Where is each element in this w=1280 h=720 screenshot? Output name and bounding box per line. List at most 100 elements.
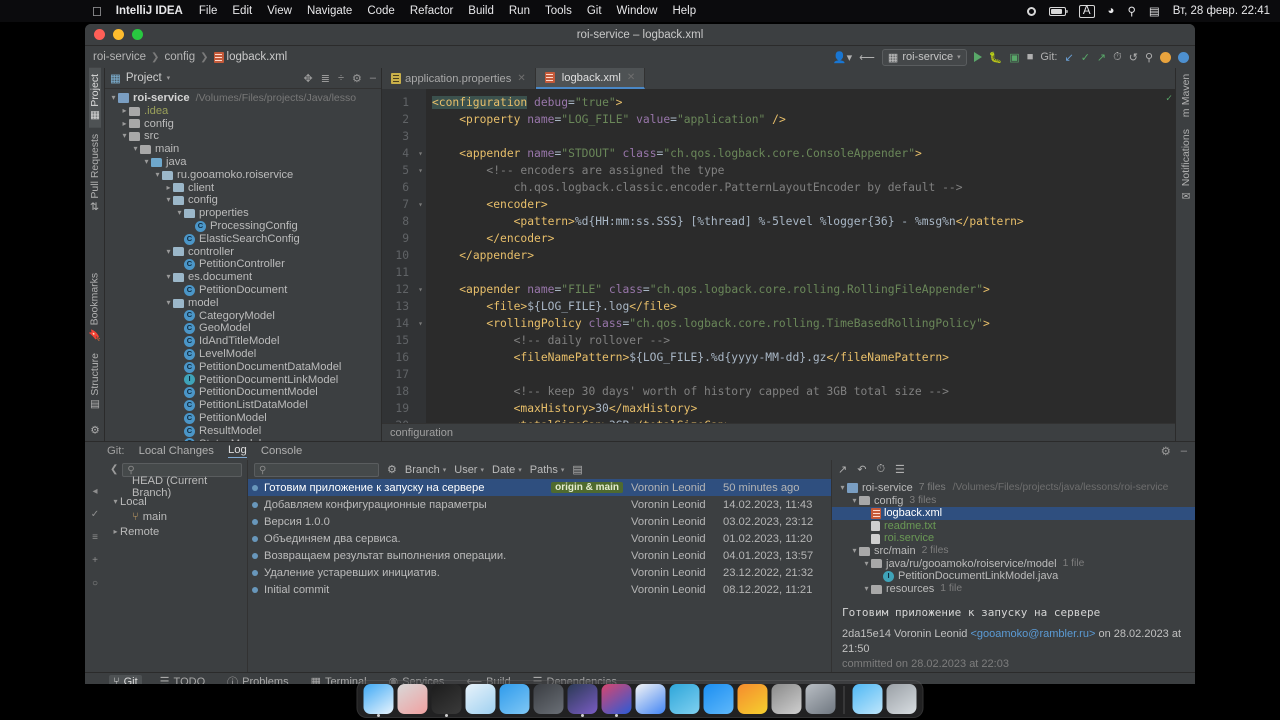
checkout-icon[interactable]: ✓ [91,509,99,520]
changed-file-node[interactable]: ▾roi-service7 files/Volumes/Files/projec… [832,482,1195,495]
sidebar-item-project[interactable]: ▦ Project [89,68,101,128]
commit-email[interactable]: <gooamoko@rambler.ru> [970,628,1095,640]
debug-icon[interactable]: 🐛 [989,51,1003,64]
apple-menu-icon[interactable]:  [92,5,102,18]
update-project-icon[interactable]: ↙ [1064,51,1073,64]
tab-console[interactable]: Console [261,445,302,457]
push-icon[interactable]: ↗ [1097,51,1106,64]
changed-file-node[interactable]: ▾src/main2 files [832,545,1195,558]
branch-tree[interactable]: HEAD (Current Branch)▾Local⑂main▸Remote [105,479,247,539]
sidebar-item-notifications[interactable]: ✉ Notifications [1180,123,1192,207]
hide-icon[interactable]: – [1181,445,1187,458]
code-folding-strip[interactable]: ▾▾ ▾ ▾ ▾ [415,89,426,423]
collapse-icon[interactable]: ◂ [92,486,97,497]
breadcrumb-element[interactable]: configuration [390,427,453,439]
changed-file-node[interactable]: ▾java/ru/gooamoko/roiservice/model1 file [832,558,1195,571]
project-tree-node[interactable]: ▸config [105,118,381,131]
breadcrumb-config[interactable]: config [164,51,195,63]
tab-logback-xml[interactable]: logback.xml ✕ [536,68,645,89]
menu-window[interactable]: Window [617,5,658,17]
chevron-down-icon[interactable]: ▾ [142,156,151,169]
code-line[interactable]: <maxHistory>30</maxHistory> [432,400,1165,417]
menu-git[interactable]: Git [587,5,602,17]
project-tree-node[interactable]: PetitionModel [105,412,381,425]
dock-item-finder[interactable] [364,684,394,714]
input-source-icon[interactable]: A [1079,5,1095,18]
filter-date[interactable]: Date ▾ [492,464,522,476]
dock-item-telegram[interactable] [670,684,700,714]
code-line[interactable]: </encoder> [432,230,1165,247]
dock-item-preview[interactable] [806,684,836,714]
code-content[interactable]: <configuration debug="true"> <property n… [426,89,1165,423]
filter-user[interactable]: User ▾ [454,464,484,476]
filter-branch[interactable]: Branch ▾ [405,464,446,476]
run-with-coverage-icon[interactable]: ▣ [1009,51,1019,64]
commit-branch-label[interactable]: origin & main [551,482,623,493]
notification-icon[interactable] [1160,52,1171,63]
project-tree-node[interactable]: ▸.idea [105,105,381,118]
clock-icon[interactable]: ⏱ [876,463,885,476]
graph-icon[interactable]: ☰ [895,463,905,476]
code-line[interactable]: <!-- daily rollover --> [432,332,1165,349]
project-tree-node[interactable]: ▾es.document [105,271,381,284]
menu-app-name[interactable]: IntelliJ IDEA [116,5,183,17]
chevron-down-icon[interactable]: ▾ [164,246,173,259]
sidebar-item-maven[interactable]: m Maven [1180,68,1192,123]
code-line[interactable]: <!-- encoders are assigned the type [432,162,1165,179]
chevron-right-icon[interactable]: ▸ [120,105,129,118]
project-tree-node[interactable]: PetitionDocumentLinkModel [105,374,381,387]
commit-list[interactable]: Готовим приложение к запуску на сервереo… [248,479,831,672]
dock-item-mail[interactable] [500,684,530,714]
dock-item-terminal[interactable] [432,684,462,714]
project-tree-node[interactable]: ▾model [105,297,381,310]
hide-icon[interactable]: – [370,72,376,85]
project-tree-node[interactable]: PetitionController [105,258,381,271]
chevron-down-icon[interactable]: ▾ [167,74,171,82]
code-line[interactable] [432,128,1165,145]
sidebar-item-pull-requests[interactable]: ⇄ Pull Requests [89,128,101,217]
branch-tree-node[interactable]: ▸Remote [105,524,247,539]
new-branch-icon[interactable]: + [92,555,98,566]
wifi-icon[interactable]: ◕ [1108,5,1115,17]
sidebar-item-bookmarks[interactable]: 🔖 Bookmarks [88,267,101,347]
fold-toggle[interactable]: ▾ [415,315,426,332]
dock-item-app-store[interactable] [704,684,734,714]
code-line[interactable]: <pattern>%d{HH:mm:ss.SSS} [%thread] %-5l… [432,213,1165,230]
chevron-icon[interactable]: ▾ [850,545,859,558]
changed-file-node[interactable]: roi.service [832,532,1195,545]
commit-row[interactable]: Initial commitVoronin Leonid08.12.2022, … [248,581,831,598]
project-tree-node[interactable]: ▾properties [105,207,381,220]
changed-file-node[interactable]: ▾config3 files [832,495,1195,508]
chevron-right-icon[interactable]: ▸ [164,182,173,195]
commit-icon[interactable]: ✓ [1081,51,1090,64]
expand-all-icon[interactable]: ✥ [304,72,313,85]
project-tree-node[interactable]: ▾ru.gooamoko.roiservice [105,169,381,182]
dock-item-intellij-idea[interactable] [568,684,598,714]
commit-hash[interactable]: 2da15e14 [842,628,891,640]
stop-icon[interactable]: ■ [1027,51,1034,63]
tab-application-properties[interactable]: application.properties ✕ [382,68,536,89]
tab-local-changes[interactable]: Local Changes [139,445,214,457]
undo-icon[interactable]: ↶ [857,463,866,476]
menu-run[interactable]: Run [509,5,530,17]
project-tree-node[interactable]: ▾java [105,156,381,169]
changed-file-node[interactable]: readme.txt [832,520,1195,533]
project-tree-node[interactable]: ProcessingConfig [105,220,381,233]
menu-build[interactable]: Build [468,5,494,17]
close-icon[interactable]: ✕ [517,73,525,84]
dock-item-trash[interactable] [887,684,917,714]
dock-item-chrome[interactable] [636,684,666,714]
code-line[interactable]: <appender name="STDOUT" class="ch.qos.lo… [432,145,1165,162]
code-line[interactable]: <appender name="FILE" class="ch.qos.logb… [432,281,1165,298]
breadcrumb-file[interactable]: logback.xml [227,51,288,63]
chevron-icon[interactable]: ▾ [111,497,120,506]
settings-icon[interactable]: ⚙ [89,417,101,441]
code-line[interactable] [432,366,1165,383]
project-tree-node[interactable]: ▾roi-service/Volumes/Files/projects/Java… [105,92,381,105]
project-tree-node[interactable]: ElasticSearchConfig [105,233,381,246]
project-tree-node[interactable]: ▸client [105,182,381,195]
clock-icon[interactable]: ○ [92,578,98,589]
changed-files-tree[interactable]: ▾roi-service7 files/Volumes/Files/projec… [832,478,1195,598]
project-tree-node[interactable]: ▾main [105,143,381,156]
code-line[interactable]: <fileNamePattern>${LOG_FILE}.%d{yyyy-MM-… [432,349,1165,366]
